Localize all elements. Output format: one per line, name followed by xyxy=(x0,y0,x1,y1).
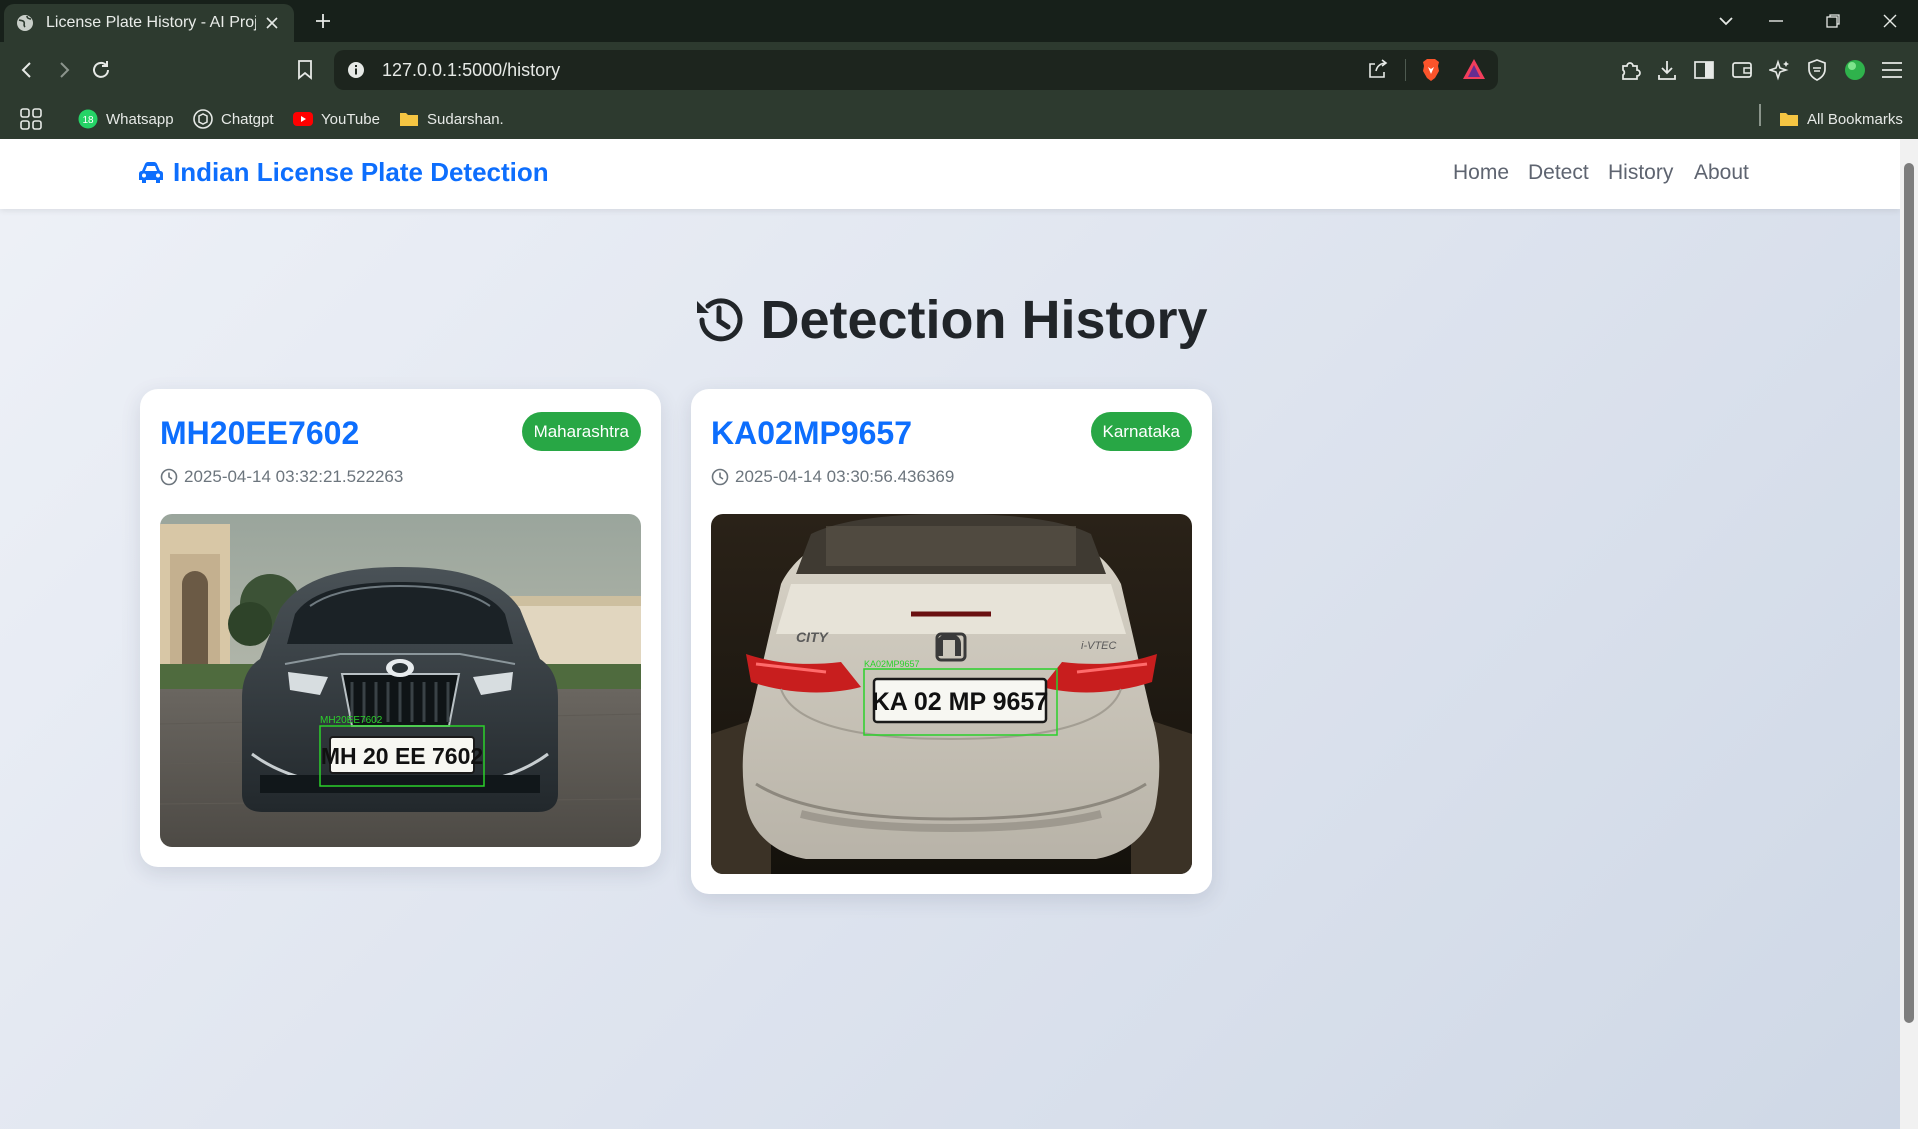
bookmark-whatsapp[interactable]: 18 Whatsapp xyxy=(78,106,174,132)
tab-title: License Plate History - AI Projec xyxy=(46,14,256,31)
whatsapp-icon: 18 xyxy=(78,109,98,129)
car-trim-badge: i-VTEC xyxy=(1081,640,1117,652)
plate-number: MH20EE7602 xyxy=(160,415,360,451)
detection-image[interactable]: CITY i-VTEC KA02MP9657 KA 02 MP 9657 xyxy=(711,514,1192,874)
folder-icon xyxy=(399,109,419,129)
detection-overlay-label: KA02MP9657 xyxy=(864,659,920,669)
browser-tab-active[interactable]: License Plate History - AI Projec xyxy=(4,4,294,42)
timestamp: 2025-04-14 03:32:21.522263 xyxy=(160,467,403,487)
timestamp-text: 2025-04-14 03:32:21.522263 xyxy=(184,467,404,486)
tab-strip: License Plate History - AI Projec xyxy=(0,0,1918,42)
nav-detect[interactable]: Detect xyxy=(1528,161,1589,185)
url-text[interactable]: 127.0.0.1:5000/history xyxy=(382,60,1367,81)
bookmark-label: Whatsapp xyxy=(106,110,174,128)
vpn-shield-icon[interactable] xyxy=(1803,56,1831,84)
profile-icon[interactable] xyxy=(1841,56,1869,84)
browser-toolbar: 127.0.0.1:5000/history xyxy=(0,42,1918,98)
site-navbar: Indian License Plate Detection Home Dete… xyxy=(0,139,1900,209)
page-title: Detection History xyxy=(0,289,1900,351)
bookmarks-bar: 18 Whatsapp Chatgpt YouTube Sudarshan. A… xyxy=(0,98,1918,139)
browser-chrome: License Plate History - AI Projec 127.0.… xyxy=(0,0,1918,139)
apps-grid-icon[interactable] xyxy=(20,106,42,132)
plate-number: KA02MP9657 xyxy=(711,415,912,451)
clock-icon xyxy=(160,468,178,486)
new-tab-icon[interactable] xyxy=(312,10,334,32)
bookmark-label: Chatgpt xyxy=(221,110,274,128)
chatgpt-icon xyxy=(193,109,213,129)
bookmark-chatgpt[interactable]: Chatgpt xyxy=(193,106,274,132)
bookmarks-divider xyxy=(1759,104,1761,126)
nav-history[interactable]: History xyxy=(1608,161,1673,185)
all-bookmarks[interactable]: All Bookmarks xyxy=(1779,106,1903,132)
history-icon xyxy=(692,293,746,347)
bookmark-label: Sudarshan. xyxy=(427,110,504,128)
back-icon[interactable] xyxy=(13,56,41,84)
timestamp: 2025-04-14 03:30:56.436369 xyxy=(711,467,954,487)
share-icon[interactable] xyxy=(1367,58,1391,82)
forward-icon[interactable] xyxy=(50,56,78,84)
detection-card: MH20EE7602 Maharashtra 2025-04-14 03:32:… xyxy=(140,389,661,867)
brave-rewards-icon[interactable] xyxy=(1462,58,1486,82)
state-badge: Maharashtra xyxy=(521,412,641,451)
nav-home[interactable]: Home xyxy=(1453,161,1509,185)
whatsapp-badge: 18 xyxy=(82,115,94,126)
leo-ai-icon[interactable] xyxy=(1766,56,1794,84)
site-info-icon[interactable] xyxy=(346,60,366,80)
car-icon xyxy=(137,160,165,186)
page-content: Indian License Plate Detection Home Dete… xyxy=(0,139,1900,1129)
sidebar-icon[interactable] xyxy=(1690,56,1718,84)
page-title-text: Detection History xyxy=(760,290,1208,350)
address-bar[interactable]: 127.0.0.1:5000/history xyxy=(334,50,1498,90)
bookmark-youtube[interactable]: YouTube xyxy=(293,106,380,132)
scrollbar-thumb[interactable] xyxy=(1904,163,1914,1023)
timestamp-text: 2025-04-14 03:30:56.436369 xyxy=(735,467,955,486)
detection-card: KA02MP9657 Karnataka 2025-04-14 03:30:56… xyxy=(691,389,1212,894)
wallet-icon[interactable] xyxy=(1728,56,1756,84)
nav-about[interactable]: About xyxy=(1694,161,1749,185)
brand-text: Indian License Plate Detection xyxy=(173,157,549,187)
download-icon[interactable] xyxy=(1653,56,1681,84)
page-scrollbar[interactable] xyxy=(1900,139,1918,1129)
folder-icon xyxy=(1779,109,1799,129)
close-tab-icon[interactable] xyxy=(262,13,282,33)
state-badge: Karnataka xyxy=(1090,412,1192,451)
menu-icon[interactable] xyxy=(1878,56,1906,84)
clock-icon xyxy=(711,468,729,486)
globe-icon xyxy=(16,14,34,32)
license-plate-text: MH 20 EE 7602 xyxy=(321,743,483,769)
bookmark-label: YouTube xyxy=(321,110,380,128)
bookmark-page-icon[interactable] xyxy=(291,56,319,84)
youtube-icon xyxy=(293,109,313,129)
extensions-icon[interactable] xyxy=(1616,56,1644,84)
site-brand[interactable]: Indian License Plate Detection xyxy=(137,157,549,188)
bookmark-folder-sudarshan[interactable]: Sudarshan. xyxy=(399,106,504,132)
urlbar-divider xyxy=(1405,59,1406,81)
restore-icon[interactable] xyxy=(1813,8,1853,34)
detection-image[interactable]: MH20EE7602 MH 20 EE 7602 xyxy=(160,514,641,847)
car-model-badge: CITY xyxy=(796,629,830,645)
all-bookmarks-label: All Bookmarks xyxy=(1807,110,1903,128)
detection-overlay-label: MH20EE7602 xyxy=(320,715,383,726)
tab-list-chevron-icon[interactable] xyxy=(1706,8,1746,34)
license-plate-text: KA 02 MP 9657 xyxy=(872,688,1049,716)
brave-shields-icon[interactable] xyxy=(1420,58,1444,82)
close-window-icon[interactable] xyxy=(1870,8,1910,34)
reload-icon[interactable] xyxy=(87,56,115,84)
minimize-icon[interactable] xyxy=(1756,8,1796,34)
